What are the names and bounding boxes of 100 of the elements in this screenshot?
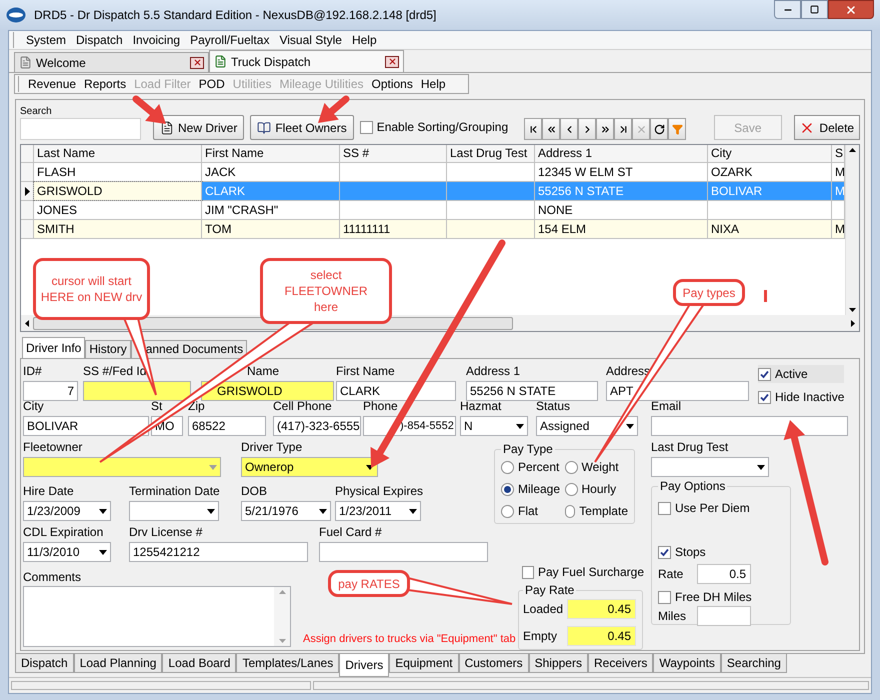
menu-item[interactable]: Help xyxy=(346,31,382,49)
dropdown-field[interactable]: 5/21/1976 xyxy=(241,501,331,521)
next-record-button[interactable] xyxy=(578,118,596,140)
input-field[interactable]: APT xyxy=(606,381,749,401)
dropdown-field[interactable]: Ownerop xyxy=(241,457,378,477)
input-field[interactable] xyxy=(319,542,488,562)
checkbox[interactable] xyxy=(658,590,671,604)
radio-button[interactable] xyxy=(501,482,514,496)
dropdown-field[interactable] xyxy=(23,457,221,477)
tab[interactable]: Receivers xyxy=(588,654,654,673)
table-row[interactable]: FLASH JACK 12345 W ELM ST OZARK M xyxy=(21,163,845,182)
close-tab-button[interactable] xyxy=(385,56,399,68)
checkbox[interactable] xyxy=(658,502,671,514)
radio-button[interactable] xyxy=(501,460,514,474)
input-field[interactable]: (417)-323-6555 xyxy=(273,416,361,436)
use-per-diem-checkbox[interactable]: Use Per Diem xyxy=(658,499,784,517)
previous-record-button[interactable] xyxy=(560,118,578,140)
radio-option[interactable]: Flat xyxy=(501,502,564,520)
input-field[interactable]: GRISWOLD xyxy=(201,381,334,401)
dropdown-field[interactable]: 1/23/2009 xyxy=(23,501,111,521)
document-tab[interactable]: Truck Dispatch xyxy=(209,50,404,72)
row-indicator[interactable] xyxy=(21,182,34,200)
input-field[interactable]: 0.45 xyxy=(567,599,636,619)
column-header[interactable]: Address 1 xyxy=(535,145,708,162)
dropdown-field[interactable] xyxy=(129,501,219,521)
maximize-button[interactable] xyxy=(801,0,828,19)
dropdown-field[interactable]: 11/3/2010 xyxy=(23,542,111,562)
sorting-checkbox[interactable]: Enable Sorting/Grouping xyxy=(360,118,508,136)
dropdown-field[interactable]: N xyxy=(460,416,528,436)
checkbox[interactable] xyxy=(758,368,771,380)
tab[interactable]: Dispatch xyxy=(15,654,74,673)
input-field[interactable] xyxy=(83,381,191,401)
first-record-button[interactable] xyxy=(524,118,542,140)
menu-item[interactable]: Revenue xyxy=(24,75,80,93)
input-field[interactable]: CLARK xyxy=(336,381,456,401)
radio-option[interactable]: Mileage xyxy=(501,480,564,498)
tab[interactable]: Searching xyxy=(720,654,787,673)
input-field[interactable] xyxy=(651,416,848,436)
menu-item[interactable]: System xyxy=(21,31,72,49)
tab[interactable]: Shippers xyxy=(528,654,588,673)
input-field[interactable]: 68522 xyxy=(188,416,266,436)
radio-button[interactable] xyxy=(564,482,578,496)
table-row[interactable]: GRISWOLD CLARK 55256 N STATE BOLIVAR M xyxy=(21,182,845,201)
column-header[interactable]: Last Name xyxy=(34,145,202,162)
tab[interactable]: Drivers xyxy=(339,654,390,677)
delete-button[interactable]: Delete xyxy=(794,115,860,140)
tab[interactable]: Load Board xyxy=(162,654,236,673)
input-field[interactable]: 0.5 xyxy=(697,564,751,584)
checkbox[interactable] xyxy=(758,390,771,404)
radio-button[interactable] xyxy=(564,460,578,474)
input-field[interactable]: BOLIVAR xyxy=(23,416,149,436)
free-dh-miles-checkbox[interactable]: Free DH Miles xyxy=(658,588,784,606)
input-field[interactable]: 7 xyxy=(23,381,78,401)
column-header[interactable]: Last Drug Test xyxy=(447,145,535,162)
radio-button[interactable] xyxy=(564,504,576,518)
scroll-up-icon[interactable] xyxy=(849,148,856,152)
menu-item[interactable]: Help xyxy=(416,75,450,93)
dropdown-field[interactable]: 1/23/2011 xyxy=(335,501,421,521)
stops-checkbox[interactable]: Stops xyxy=(658,543,784,561)
input-field[interactable]: 0.45 xyxy=(567,626,636,646)
menu-item[interactable]: Visual Style xyxy=(274,31,347,49)
radio-option[interactable]: Template xyxy=(564,502,628,520)
column-header[interactable]: SS # xyxy=(340,145,447,162)
input-field[interactable]: )-854-5552 xyxy=(363,416,456,436)
input-field[interactable] xyxy=(697,606,751,626)
document-tab[interactable]: Welcome xyxy=(14,52,209,72)
last-record-button[interactable] xyxy=(614,118,632,140)
menu-item[interactable]: Payroll/Fueltax xyxy=(185,31,274,49)
radio-button[interactable] xyxy=(501,504,514,518)
menu-item[interactable]: Dispatch xyxy=(71,31,128,49)
scroll-left-icon[interactable] xyxy=(25,320,29,326)
input-field[interactable]: 55256 N STATE xyxy=(466,381,598,401)
menu-item[interactable]: Reports xyxy=(80,75,130,93)
new-driver-button[interactable]: New Driver xyxy=(153,115,244,140)
search-field[interactable] xyxy=(20,118,141,140)
radio-option[interactable]: Percent xyxy=(501,458,564,476)
table-row[interactable]: JONES JIM "CRASH" NONE xyxy=(21,201,845,220)
previous-page-button[interactable] xyxy=(542,118,560,140)
menu-item[interactable]: Options xyxy=(368,75,417,93)
radio-option[interactable]: Weight xyxy=(564,458,628,476)
tab[interactable]: Templates/Lanes xyxy=(236,654,340,673)
checkbox[interactable] xyxy=(658,546,671,558)
tab[interactable]: Waypoints xyxy=(653,654,721,673)
checkbox[interactable] xyxy=(360,120,373,134)
table-row[interactable]: SMITH TOM 11111111 154 ELM NIXA M xyxy=(21,220,845,239)
tab[interactable]: Load Planning xyxy=(74,654,162,673)
menu-item[interactable]: POD xyxy=(194,75,229,93)
fleet-owners-button[interactable]: Fleet Owners xyxy=(250,115,354,140)
scroll-down-icon[interactable] xyxy=(849,308,856,312)
refresh-button[interactable] xyxy=(650,118,668,140)
dropdown-field[interactable]: Assigned xyxy=(536,416,638,436)
tab[interactable]: Driver Info xyxy=(22,337,86,358)
menu-item[interactable]: Invoicing xyxy=(128,31,186,49)
dropdown-field[interactable] xyxy=(651,457,769,477)
next-page-button[interactable] xyxy=(596,118,614,140)
tab[interactable]: Customers xyxy=(458,654,529,673)
close-tab-button[interactable] xyxy=(190,56,204,68)
close-button[interactable] xyxy=(828,0,874,19)
tab[interactable]: Equipment xyxy=(389,654,459,673)
pay-fuel-surcharge-checkbox[interactable]: Pay Fuel Surcharge xyxy=(522,563,644,581)
